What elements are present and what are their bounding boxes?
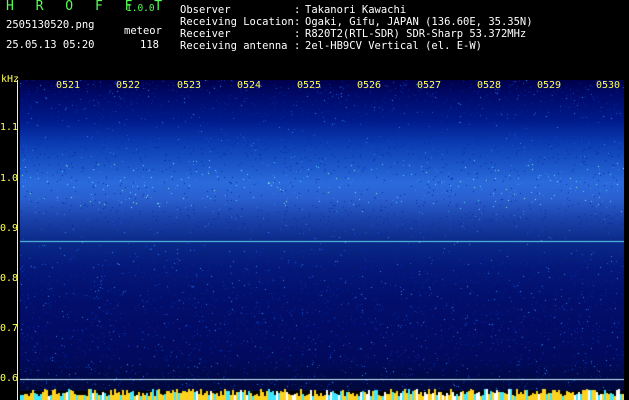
y-tick-label: 0.9 <box>0 223 19 234</box>
date-time: 25.05.13 05:20 <box>6 39 95 51</box>
x-tick-label: 0525 <box>297 80 322 91</box>
y-tick-label: 0.8 <box>0 273 19 284</box>
y-tick-label: 1.0 <box>0 173 19 184</box>
x-tick-label: 0526 <box>357 80 382 91</box>
x-tick-label: 0521 <box>56 80 81 91</box>
y-tick-label: 0.7 <box>0 323 19 334</box>
x-tick-label: 0524 <box>237 80 262 91</box>
app-version: 1.0.0 <box>126 3 155 14</box>
observer-label: Observer <box>180 4 231 16</box>
x-tick-label: 0528 <box>477 80 502 91</box>
meteor-label: meteor <box>124 25 162 37</box>
y-tick-label: 0.6 <box>0 373 19 384</box>
observer-colon: : <box>294 4 301 16</box>
receiver-colon: : <box>294 28 301 40</box>
signal-strength-bar <box>20 388 624 400</box>
x-tick-label: 0522 <box>116 80 141 91</box>
y-tick-label: 1.1 <box>0 122 19 133</box>
receiver-value: R820T2(RTL-SDR) SDR-Sharp 53.372MHz <box>305 28 527 40</box>
antenna-colon: : <box>294 40 301 52</box>
receiver-label: Receiver <box>180 28 231 40</box>
antenna-label: Receiving antenna <box>180 40 288 52</box>
location-colon: : <box>294 16 301 28</box>
location-value: Ogaki, Gifu, JAPAN (136.60E, 35.35N) <box>305 16 533 28</box>
x-tick-label: 0527 <box>417 80 442 91</box>
x-tick-label: 0523 <box>177 80 202 91</box>
location-label: Receiving Location <box>180 16 294 28</box>
spectrogram-canvas <box>20 80 624 391</box>
x-tick-label: 0529 <box>537 80 562 91</box>
file-name: 2505130520.png <box>6 19 95 31</box>
antenna-value: 2el-HB9CV Vertical (el. E-W) <box>305 40 483 52</box>
meteor-count: 118 <box>140 39 159 51</box>
observer-value: Takanori Kawachi <box>305 4 407 16</box>
x-tick-label: 0530 <box>596 80 621 91</box>
